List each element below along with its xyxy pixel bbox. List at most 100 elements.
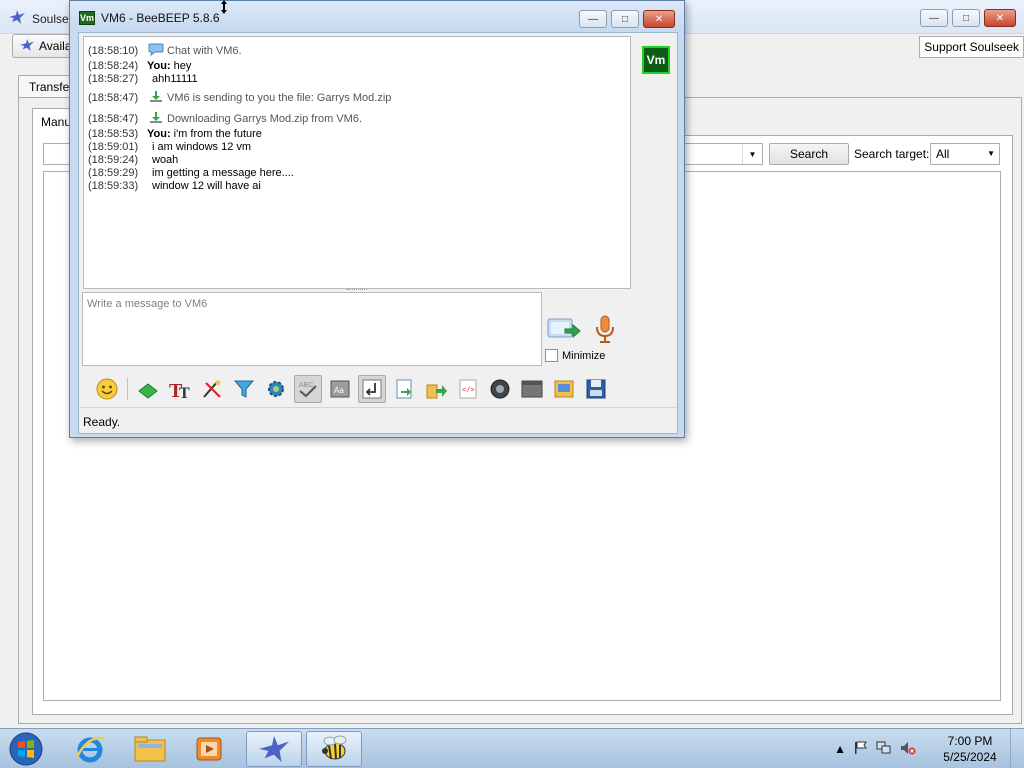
clock-time: 7:00 PM (947, 734, 993, 748)
vm-user-icon: Vm (79, 11, 95, 25)
internet-explorer-icon[interactable] (62, 731, 118, 767)
show-desktop-button[interactable] (1010, 729, 1024, 768)
checkbox-box[interactable] (545, 349, 558, 362)
chevron-down-icon: ▼ (987, 149, 995, 158)
chat-message: (18:58:47) VM6 is sending to you the file… (88, 90, 626, 107)
file-transfer-icon (148, 90, 164, 107)
share-file-icon[interactable] (422, 375, 450, 403)
chat-message: (18:58:53) You: i'm from the future (88, 128, 626, 141)
chat-bubble-icon (148, 43, 164, 60)
avatar[interactable]: Vm (642, 46, 670, 74)
chat-system-message: VM6 is sending to you the file: Garrys M… (148, 90, 391, 107)
svg-text:</>: </> (462, 387, 475, 395)
search-target-select[interactable]: All ▼ (930, 143, 1000, 165)
search-button[interactable]: Search (769, 143, 849, 165)
file-transfer-icon (148, 111, 164, 128)
maximize-button[interactable]: □ (611, 10, 639, 28)
filter-icon[interactable] (230, 375, 258, 403)
minimize-checkbox[interactable]: Minimize (545, 349, 605, 362)
volume-muted-icon[interactable] (900, 741, 916, 758)
microphone-icon[interactable] (594, 314, 616, 344)
chat-timestamp: (18:59:29) (88, 167, 139, 179)
soulseek-icon[interactable] (246, 731, 302, 767)
media-player-icon[interactable] (182, 731, 238, 767)
support-soulseek-button[interactable]: Support Soulseek (919, 36, 1024, 58)
status-label: Available (39, 39, 72, 53)
status-text: Ready. (83, 415, 121, 429)
resize-cursor-icon (220, 0, 228, 17)
status-button[interactable]: Available (12, 34, 72, 58)
chat-sender: You: (147, 128, 171, 140)
message-input[interactable]: Write a message to VM6 (82, 292, 542, 366)
close-button[interactable]: ✕ (643, 10, 675, 28)
beebeep-icon[interactable] (306, 731, 362, 767)
beebeep-titlebar[interactable]: Vm VM6 - BeeBEEP 5.8.6 — □ ✕ (70, 1, 684, 33)
chat-message: (18:59:24) woah (88, 154, 626, 167)
soulseek-window-controls: — □ ✕ (920, 9, 1016, 27)
chat-sender: You: (147, 60, 171, 72)
action-center-flag-icon[interactable] (854, 741, 868, 758)
chat-message: (18:58:24) You: hey (88, 60, 626, 73)
spellcheck-icon[interactable]: ABC (294, 374, 322, 403)
clock-date: 5/25/2024 (943, 750, 997, 764)
chat-timestamp: (18:58:10) (88, 45, 139, 57)
maximize-button[interactable]: □ (952, 9, 980, 27)
taskbar: ▲ 7:00 PM 5/25/2024 (0, 728, 1024, 768)
chat-text: im getting a message here.... (152, 167, 294, 179)
beebeep-title: Vm VM6 - BeeBEEP 5.8.6 (79, 11, 220, 25)
save-chat-icon[interactable] (390, 375, 418, 403)
chat-system-message: Chat with VM6. (148, 43, 242, 60)
minimize-label: Minimize (562, 349, 606, 362)
chat-log[interactable]: (18:58:10) Chat with VM6. (18:58:24) You: he… (83, 36, 631, 289)
toolbar-separator (127, 377, 128, 400)
chat-timestamp: (18:58:24) (88, 60, 139, 72)
search-target-value: All (936, 147, 950, 161)
minimize-button[interactable]: — (579, 10, 607, 28)
chat-timestamp: (18:58:47) (88, 113, 139, 125)
svg-text:T: T (179, 385, 190, 401)
chat-text: ahh11111 (152, 73, 198, 85)
font-icon[interactable]: TT (166, 375, 194, 403)
emoticon-icon[interactable] (93, 375, 121, 403)
beebeep-chat-window: Vm VM6 - BeeBEEP 5.8.6 — □ ✕ (18:58:10) C… (69, 0, 685, 438)
word-complete-icon[interactable]: Aa (326, 375, 354, 403)
file-explorer-icon[interactable] (122, 731, 178, 767)
chevron-up-icon[interactable]: ▲ (834, 742, 846, 756)
chat-system-text: Chat with VM6. (167, 45, 242, 57)
close-button[interactable]: ✕ (984, 9, 1016, 27)
screenshot-icon[interactable] (486, 375, 514, 403)
user-side-panel: Vm (635, 33, 677, 371)
chat-timestamp: (18:58:47) (88, 92, 139, 104)
network-icon[interactable] (876, 741, 892, 758)
html-icon[interactable]: </> (454, 375, 482, 403)
chat-message: (18:58:47) Downloading Garrys Mod.zip fro… (88, 111, 626, 128)
chevron-down-icon[interactable]: ▼ (742, 144, 762, 164)
tray-icon[interactable] (518, 375, 546, 403)
beebeep-window-controls: — □ ✕ (579, 10, 675, 28)
chat-text: woah (152, 154, 179, 166)
chat-message: (18:59:29) im getting a message here.... (88, 167, 626, 180)
chat-text: hey (173, 60, 192, 72)
clock[interactable]: 7:00 PM 5/25/2024 (930, 733, 1010, 765)
settings-icon[interactable] (262, 375, 290, 403)
system-tray: ▲ 7:00 PM 5/25/2024 (834, 729, 1024, 768)
beebeep-client-area: (18:58:10) Chat with VM6. (18:58:24) You: he… (78, 32, 678, 434)
status-bird-icon (19, 38, 35, 55)
notes-icon[interactable] (550, 375, 578, 403)
chat-text: window 12 will have ai (152, 180, 261, 192)
return-key-icon[interactable] (358, 374, 386, 403)
chat-timestamp: (18:58:53) (88, 128, 139, 140)
text-color-icon[interactable] (134, 375, 162, 403)
svg-text:ABC: ABC (299, 382, 313, 389)
chat-system-text: VM6 is sending to you the file: Garrys M… (167, 92, 392, 104)
chat-message: (18:58:27) ahh11111 (88, 73, 626, 86)
send-message-icon[interactable] (547, 316, 581, 342)
minimize-button[interactable]: — (920, 9, 948, 27)
save-icon[interactable] (582, 375, 610, 403)
tray-icons: ▲ (834, 741, 916, 758)
chat-timestamp: (18:59:24) (88, 154, 139, 166)
start-button[interactable] (6, 731, 46, 767)
soulseek-bird-icon (8, 9, 26, 28)
chat-text: i am windows 12 vm (152, 141, 252, 153)
draw-icon[interactable] (198, 375, 226, 403)
